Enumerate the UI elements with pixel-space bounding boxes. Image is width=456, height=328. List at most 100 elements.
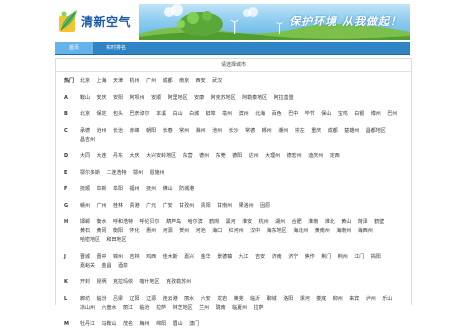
city-link[interactable]: 佳木斯 — [163, 254, 178, 261]
city-link[interactable]: 临夏州 — [232, 305, 247, 312]
city-link[interactable]: 常州 — [179, 128, 189, 135]
city-link[interactable]: 黄山 — [341, 219, 351, 226]
city-link[interactable]: 吉林 — [130, 254, 140, 261]
city-link[interactable]: 锦州 — [113, 254, 123, 261]
city-link[interactable]: 嘉兴 — [184, 254, 194, 261]
city-link[interactable]: 杭州 — [130, 78, 140, 85]
city-link[interactable]: 昌吉州 — [80, 137, 95, 144]
city-link[interactable]: 上海 — [97, 78, 107, 85]
city-link[interactable]: 赣州 — [80, 203, 90, 210]
city-link[interactable]: 甘孜州 — [179, 203, 194, 210]
city-link[interactable]: 贺州 — [179, 228, 189, 235]
city-link[interactable]: 澳门 — [189, 321, 199, 328]
tab-realtime-ranking[interactable]: 实时排名 — [95, 42, 137, 54]
city-link[interactable]: 聊城 — [267, 296, 277, 303]
city-link[interactable]: 连云港 — [163, 296, 178, 303]
city-link[interactable]: 大庆 — [130, 153, 140, 160]
city-link[interactable]: 桂林 — [113, 203, 123, 210]
city-link[interactable]: 长沙 — [229, 128, 239, 135]
city-link[interactable]: 巴中 — [288, 111, 298, 118]
city-link[interactable]: 杭州 — [259, 219, 269, 226]
city-link[interactable]: 安康 — [194, 95, 204, 102]
city-link[interactable]: 保定 — [97, 111, 107, 118]
city-link[interactable]: 揭阳 — [371, 254, 381, 261]
city-link[interactable]: 九江 — [239, 254, 249, 261]
city-link[interactable]: 包头 — [113, 111, 123, 118]
city-link[interactable]: 丹东 — [113, 153, 123, 160]
city-link[interactable]: 东营 — [183, 153, 193, 160]
city-link[interactable]: 漯河 — [300, 296, 310, 303]
city-link[interactable]: 娄底 — [316, 296, 326, 303]
city-link[interactable]: 贵阳 — [201, 203, 211, 210]
city-link[interactable]: 鞍山 — [80, 95, 90, 102]
city-link[interactable]: 阜新 — [97, 186, 107, 193]
city-link[interactable]: 济南 — [272, 254, 282, 261]
city-link[interactable]: 葫芦岛 — [166, 219, 181, 226]
city-link[interactable]: 潮州 — [278, 128, 288, 135]
city-link[interactable]: 西安 — [196, 78, 206, 85]
city-link[interactable]: 滨州 — [239, 111, 249, 118]
city-link[interactable]: 本溪 — [156, 111, 166, 118]
city-link[interactable]: 眉山 — [173, 321, 183, 328]
city-link[interactable]: 哈尔滨 — [188, 219, 203, 226]
city-link[interactable]: 牡丹江 — [80, 321, 95, 328]
city-link[interactable]: 博州 — [371, 111, 381, 118]
city-link[interactable]: 凉山州 — [80, 305, 95, 312]
city-link[interactable]: 泸州 — [366, 296, 376, 303]
city-link[interactable]: 北京 — [80, 111, 90, 118]
city-link[interactable]: 河源 — [163, 228, 173, 235]
city-link[interactable]: 佛山 — [163, 186, 173, 193]
city-link[interactable]: 滁州 — [196, 128, 206, 135]
city-link[interactable]: 临沂 — [250, 296, 260, 303]
city-link[interactable]: 安阳 — [113, 95, 123, 102]
city-link[interactable]: 蚌埠 — [206, 111, 216, 118]
city-link[interactable]: 昌都地区 — [366, 128, 386, 135]
city-link[interactable]: 鸡西 — [146, 254, 156, 261]
city-link[interactable]: 成都 — [163, 78, 173, 85]
city-link[interactable]: 鄂尔多斯 — [80, 170, 100, 177]
city-link[interactable]: 德宏州 — [287, 153, 302, 160]
city-link[interactable]: 抚顺 — [80, 186, 90, 193]
city-link[interactable]: 梅州 — [140, 321, 150, 328]
city-link[interactable]: 洛阳 — [283, 296, 293, 303]
city-link[interactable]: 克拉玛依 — [113, 279, 133, 286]
city-link[interactable]: 茂名 — [123, 321, 133, 328]
city-link[interactable]: 海北州 — [293, 228, 308, 235]
city-link[interactable]: 安顺 — [151, 95, 161, 102]
city-link[interactable]: 沧州 — [97, 128, 107, 135]
city-link[interactable]: 赤峰 — [130, 128, 140, 135]
city-link[interactable]: 开封 — [80, 279, 90, 286]
city-link[interactable]: 大兴安岭地区 — [146, 153, 176, 160]
city-link[interactable]: 宝鸡 — [338, 111, 348, 118]
city-link[interactable]: 淮北 — [325, 219, 335, 226]
city-link[interactable]: 东莞 — [216, 153, 226, 160]
city-link[interactable]: 焦作 — [305, 254, 315, 261]
city-link[interactable]: 武汉 — [212, 78, 222, 85]
city-link[interactable]: 鄂州 — [133, 170, 143, 177]
city-link[interactable]: 哈密地区 — [80, 237, 100, 244]
city-link[interactable]: 承德 — [80, 128, 90, 135]
city-link[interactable]: 阿克苏地区 — [211, 95, 236, 102]
city-link[interactable]: 崇左 — [295, 128, 305, 135]
city-link[interactable]: 迪庆州 — [308, 153, 323, 160]
city-link[interactable]: 兰州 — [199, 305, 209, 312]
city-link[interactable]: 亳州 — [222, 111, 232, 118]
city-link[interactable]: 呼伦贝尔 — [140, 219, 160, 226]
city-link[interactable]: 呼和浩特 — [113, 219, 133, 226]
city-link[interactable]: 丽江 — [123, 305, 133, 312]
city-link[interactable]: 天津 — [113, 78, 123, 85]
city-link[interactable]: 淮南 — [308, 219, 318, 226]
city-link[interactable]: 江门 — [354, 254, 364, 261]
city-link[interactable]: 池州 — [212, 128, 222, 135]
city-link[interactable]: 鹤岗 — [209, 219, 219, 226]
city-link[interactable]: 大同 — [80, 153, 90, 160]
city-link[interactable]: 六盘水 — [102, 305, 117, 312]
city-link[interactable]: 吉安 — [255, 254, 265, 261]
city-link[interactable]: 恩施州 — [150, 170, 165, 177]
city-link[interactable]: 柳州 — [333, 296, 343, 303]
city-link[interactable]: 汉中 — [250, 228, 260, 235]
city-link[interactable]: 六安 — [201, 296, 211, 303]
city-link[interactable]: 二连浩特 — [107, 170, 127, 177]
city-link[interactable]: 楚雄州 — [344, 128, 359, 135]
city-link[interactable]: 邯郸 — [80, 219, 90, 226]
